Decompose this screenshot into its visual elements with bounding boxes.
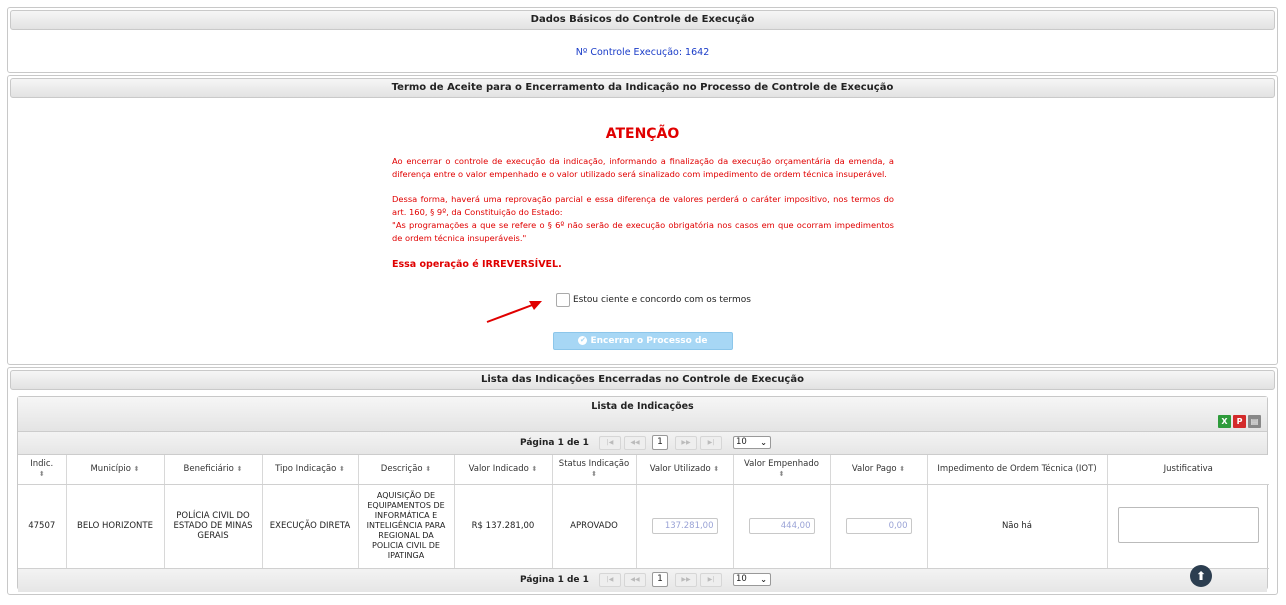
sort-icon: ⬍ <box>713 465 720 474</box>
chevron-down-icon: ⌄ <box>760 574 767 584</box>
justificativa-textarea[interactable] <box>1117 506 1259 543</box>
col-tipo[interactable]: Tipo Indicação ⬍ <box>262 455 359 485</box>
col-municipio[interactable]: Município ⬍ <box>66 455 165 485</box>
lista-header: Lista das Indicações Encerradas no Contr… <box>10 370 1275 390</box>
table-row: 47507 BELO HORIZONTE POLÍCIA CIVIL DO ES… <box>18 484 1269 569</box>
arrow-up-icon[interactable]: ⬆ <box>1190 565 1212 587</box>
sort-icon: ⬍ <box>236 465 243 474</box>
warning-paragraph-2: Dessa forma, haverá uma reprovação parci… <box>392 193 894 245</box>
pagination-label: Página 1 de 1 <box>520 574 589 585</box>
col-valor-pago[interactable]: Valor Pago ⬍ <box>830 455 928 485</box>
sort-icon: ⬍ <box>591 470 597 479</box>
indicacoes-datatable: Lista de Indicações X P ▤ Página 1 de 1 … <box>17 396 1269 592</box>
cell-valor-indicado: R$ 137.281,00 <box>454 484 553 569</box>
cell-status: APROVADO <box>552 484 637 569</box>
table-header-row: Indic. ⬍ Município ⬍ Beneficiário ⬍ Tipo … <box>18 455 1269 485</box>
indicacoes-table: Indic. ⬍ Município ⬍ Beneficiário ⬍ Tipo … <box>18 455 1269 569</box>
last-page-button[interactable]: ▶| <box>700 436 722 450</box>
cell-tipo: EXECUÇÃO DIRETA <box>262 484 359 569</box>
sort-icon: ⬍ <box>133 465 140 474</box>
cell-indic: 47507 <box>18 484 67 569</box>
irreversible-warning: Essa operação é IRREVERSÍVEL. <box>392 259 562 270</box>
valor-pago-input: 0,00 <box>845 518 912 534</box>
col-iot: Impedimento de Ordem Técnica (IOT) <box>927 455 1108 485</box>
warning-quote: "As programações a que se refere o § 6º … <box>392 220 894 243</box>
cell-beneficiario: POLÍCIA CIVIL DO ESTADO DE MINAS GERAIS <box>164 484 263 569</box>
agree-label[interactable]: Estou ciente e concordo com os termos <box>573 295 751 305</box>
print-icon[interactable]: ▤ <box>1248 415 1261 428</box>
agree-checkbox[interactable] <box>556 293 570 307</box>
warning-paragraph-2-line: Dessa forma, haverá uma reprovação parci… <box>392 194 894 217</box>
basic-data-panel: Dados Básicos do Controle de Execução Nº… <box>7 7 1278 73</box>
attention-title: ATENÇÃO <box>605 126 680 142</box>
red-arrow-icon <box>486 301 542 323</box>
termo-header: Termo de Aceite para o Encerramento da I… <box>10 78 1275 98</box>
col-beneficiario[interactable]: Beneficiário ⬍ <box>164 455 263 485</box>
sort-icon: ⬍ <box>899 465 906 474</box>
lista-panel: Lista das Indicações Encerradas no Contr… <box>7 367 1278 595</box>
col-justificativa: Justificativa <box>1107 455 1269 485</box>
cell-descricao: AQUISIÇÃO DE EQUIPAMENTOS DE INFORMÁTICA… <box>358 484 455 569</box>
encerrar-button-label: Encerrar o Processo de Execução <box>590 336 708 362</box>
excel-export-icon[interactable]: X <box>1218 415 1231 428</box>
cell-valor-empenhado: 444,00 <box>733 484 831 569</box>
datatable-header: Lista de Indicações X P ▤ <box>18 397 1267 432</box>
valor-empenhado-input: 444,00 <box>748 518 815 534</box>
last-page-button[interactable]: ▶| <box>700 572 722 587</box>
page-number-button[interactable]: 1 <box>652 435 668 450</box>
check-circle-icon: ✔ <box>578 336 588 345</box>
termo-panel: Termo de Aceite para o Encerramento da I… <box>7 75 1278 365</box>
paginator-top: Página 1 de 1 |◀ ◀◀ 1 ▶▶ ▶| 10 ⌄ <box>18 432 1267 455</box>
col-valor-empenhado[interactable]: Valor Empenhado ⬍ <box>733 455 831 485</box>
cell-valor-utilizado: 137.281,00 <box>636 484 734 569</box>
prev-page-button[interactable]: ◀◀ <box>624 572 646 587</box>
controle-number: Nº Controle Execução: 1642 <box>575 47 710 58</box>
cell-valor-pago: 0,00 <box>830 484 928 569</box>
sort-icon: ⬍ <box>38 470 45 479</box>
sort-icon: ⬍ <box>531 465 538 474</box>
chevron-down-icon: ⌄ <box>760 438 767 447</box>
valor-utilizado-input: 137.281,00 <box>651 518 718 534</box>
sort-icon: ⬍ <box>339 465 345 474</box>
cell-justificativa <box>1107 484 1269 569</box>
col-valor-indicado[interactable]: Valor Indicado ⬍ <box>454 455 553 485</box>
cell-municipio: BELO HORIZONTE <box>66 484 165 569</box>
next-page-button[interactable]: ▶▶ <box>675 572 697 587</box>
col-descricao[interactable]: Descrição ⬍ <box>358 455 455 485</box>
first-page-button[interactable]: |◀ <box>599 436 621 450</box>
prev-page-button[interactable]: ◀◀ <box>624 436 646 450</box>
rows-per-page-value: 10 <box>736 573 747 584</box>
basic-data-header: Dados Básicos do Controle de Execução <box>10 10 1275 30</box>
rows-per-page-value: 10 <box>736 437 747 447</box>
warning-paragraph-1: Ao encerrar o controle de execução da in… <box>392 156 894 179</box>
col-valor-utilizado[interactable]: Valor Utilizado ⬍ <box>636 455 734 485</box>
rows-per-page-select[interactable]: 10 ⌄ <box>733 572 771 586</box>
rows-per-page-select[interactable]: 10 ⌄ <box>733 436 771 449</box>
pdf-export-icon[interactable]: P <box>1233 415 1246 428</box>
paginator-bottom: Página 1 de 1 |◀ ◀◀ 1 ▶▶ ▶| 10 ⌄ <box>18 568 1267 592</box>
first-page-button[interactable]: |◀ <box>599 572 621 587</box>
export-toolbar: X P ▤ <box>1218 415 1261 428</box>
page-number-button[interactable]: 1 <box>652 571 668 587</box>
col-indic[interactable]: Indic. ⬍ <box>18 455 67 485</box>
next-page-button[interactable]: ▶▶ <box>675 436 697 450</box>
encerrar-processo-button[interactable]: ✔ Encerrar o Processo de Execução <box>553 332 733 362</box>
sort-icon: ⬍ <box>778 470 785 479</box>
cell-iot: Não há <box>927 484 1108 569</box>
datatable-title: Lista de Indicações <box>591 401 694 412</box>
col-status[interactable]: Status Indicação ⬍ <box>552 455 637 485</box>
sort-icon: ⬍ <box>425 465 432 474</box>
pagination-label: Página 1 de 1 <box>520 438 589 448</box>
